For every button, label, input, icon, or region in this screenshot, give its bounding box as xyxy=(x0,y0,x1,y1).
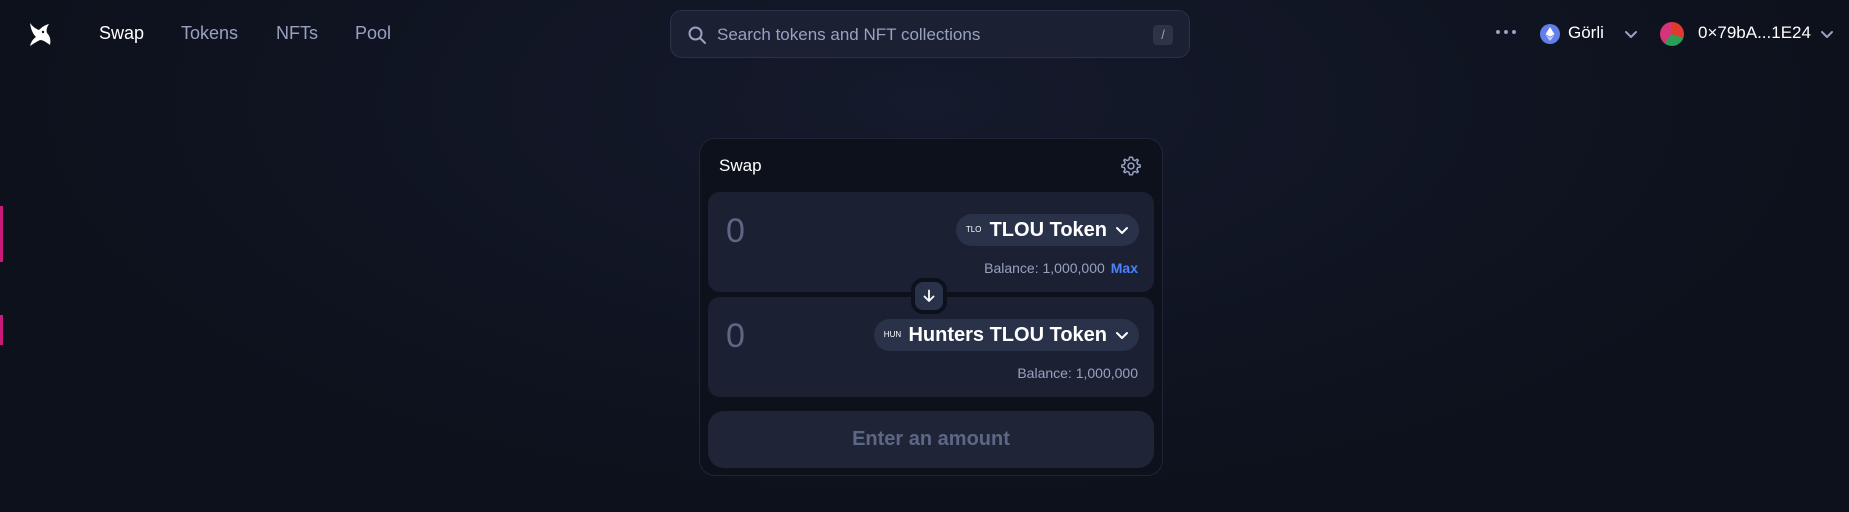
ethereum-icon xyxy=(1540,24,1560,44)
gear-icon[interactable] xyxy=(1120,155,1142,177)
token-logo: HUN xyxy=(883,330,902,339)
sell-balance: Balance: 1,000,000 Max xyxy=(984,260,1138,276)
edge-accent-mark xyxy=(0,315,3,345)
more-dots-icon[interactable] xyxy=(1494,20,1518,44)
buy-token-selector[interactable]: HUN Hunters TLOU Token xyxy=(874,319,1139,351)
nav-link-swap[interactable]: Swap xyxy=(99,23,144,44)
chevron-down-icon xyxy=(1624,27,1638,41)
avatar xyxy=(1660,22,1684,46)
balance-text: Balance: 1,000,000 xyxy=(1017,365,1138,381)
chevron-down-icon xyxy=(1820,27,1834,41)
chevron-down-icon xyxy=(1115,223,1129,237)
balance-text: Balance: 1,000,000 xyxy=(984,260,1105,276)
nav-link-tokens[interactable]: Tokens xyxy=(181,23,238,44)
uniswap-logo-icon[interactable] xyxy=(24,18,56,50)
buy-balance: Balance: 1,000,000 xyxy=(1017,365,1138,381)
chevron-down-icon xyxy=(1115,328,1129,342)
swap-card: Swap TLO TLOU Token Balance: 1,000,000 Ma… xyxy=(699,138,1163,476)
token-name: Hunters TLOU Token xyxy=(908,323,1107,346)
switch-tokens-button[interactable] xyxy=(911,278,947,314)
swap-title: Swap xyxy=(719,156,762,175)
token-logo: TLO xyxy=(965,225,982,234)
enter-amount-button[interactable]: Enter an amount xyxy=(708,411,1154,468)
search-icon xyxy=(687,25,707,45)
sell-token-selector[interactable]: TLO TLOU Token xyxy=(955,214,1139,246)
max-button[interactable]: Max xyxy=(1111,260,1138,276)
search-bar[interactable]: / xyxy=(670,10,1190,58)
arrow-down-icon xyxy=(923,289,935,302)
network-label: Görli xyxy=(1568,23,1604,42)
search-shortcut-key: / xyxy=(1153,25,1173,45)
top-navigation-bar: Swap Tokens NFTs Pool / Görli xyxy=(0,0,1849,70)
edge-accent-mark xyxy=(0,206,3,262)
account-address: 0×79bA...1E24 xyxy=(1698,23,1811,42)
nav-link-nfts[interactable]: NFTs xyxy=(276,23,318,44)
sell-token-panel: TLO TLOU Token Balance: 1,000,000 Max xyxy=(708,192,1154,292)
search-input[interactable] xyxy=(715,21,1119,49)
sell-amount-input[interactable] xyxy=(724,210,928,252)
token-name: TLOU Token xyxy=(989,218,1107,241)
nav-link-pool[interactable]: Pool xyxy=(355,23,391,44)
